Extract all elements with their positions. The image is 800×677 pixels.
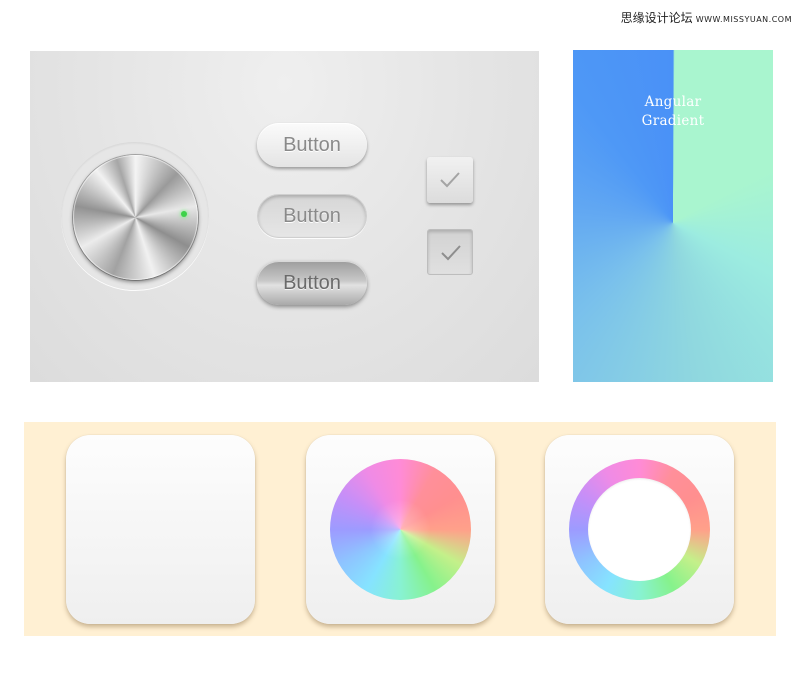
checkmark-icon [441,245,461,261]
checkmark-icon [440,172,460,188]
angular-gradient-title: Angular Gradient [573,93,773,131]
title-line-2: Gradient [641,113,705,129]
color-wheel-app-icon[interactable] [306,435,495,624]
knob-indicator-icon [181,211,187,217]
button-raised[interactable]: Button [257,123,367,167]
controls-panel: Button Button Button [30,51,539,382]
button-metallic[interactable]: Button [257,261,367,305]
blank-app-icon[interactable] [66,435,255,624]
volume-knob[interactable] [73,155,198,280]
color-ring-app-icon[interactable] [545,435,734,624]
title-line-1: Angular [644,94,702,110]
ring-center [588,478,691,581]
angular-gradient-card: Angular Gradient [573,50,773,382]
checkbox-raised[interactable] [427,157,473,203]
watermark-text: 思缘设计论坛 [620,11,693,25]
checkbox-pressed[interactable] [427,229,473,275]
watermark-url: WWW.MISSYUAN.COM [695,15,792,24]
icon-strip [24,422,776,636]
color-wheel-icon [330,459,471,600]
button-pressed[interactable]: Button [257,194,367,238]
watermark: 思缘设计论坛 WWW.MISSYUAN.COM [621,7,792,26]
